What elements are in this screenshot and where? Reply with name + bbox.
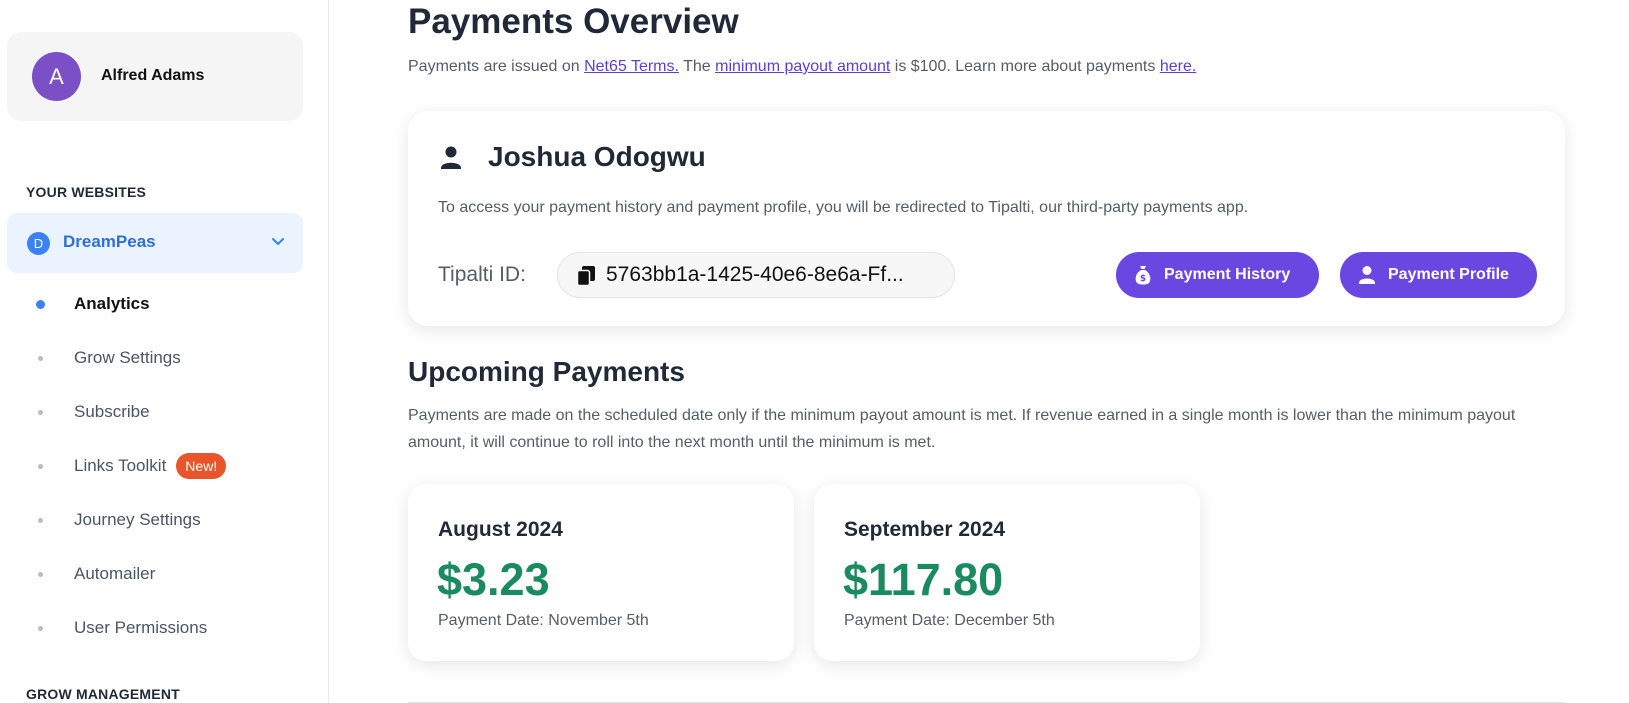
page-title: Payments Overview (408, 2, 739, 41)
active-dot-icon (36, 299, 45, 309)
sidebar-item-user-permissions[interactable]: User Permissions (30, 613, 290, 643)
payment-date: Payment Date: November 5th (438, 612, 649, 629)
sidebar-item-label: Analytics (74, 294, 150, 313)
tipalti-id-label: Tipalti ID: (438, 263, 526, 286)
avatar: A (32, 52, 81, 101)
site-label: DreamPeas (63, 232, 156, 251)
bullet-icon (38, 517, 43, 523)
bullet-icon (38, 463, 43, 469)
upcoming-payments-title: Upcoming Payments (408, 356, 685, 387)
payment-card: August 2024 $3.23 Payment Date: November… (408, 484, 794, 661)
bullet-icon (38, 355, 43, 361)
sidebar-item-label: Journey Settings (74, 510, 201, 529)
payment-amount: $3.23 (437, 554, 550, 605)
payment-amount: $117.80 (843, 554, 1004, 605)
money-bag-icon: $ (1135, 266, 1151, 285)
payee-profile-card: Joshua Odogwu To access your payment his… (408, 111, 1565, 326)
payment-history-label: Payment History (1164, 266, 1291, 283)
new-badge: New! (176, 453, 227, 479)
payment-month: August 2024 (438, 518, 563, 541)
site-badge: D (27, 232, 50, 255)
minimum-payout-link[interactable]: minimum payout amount (715, 58, 890, 75)
user-name: Alfred Adams (101, 67, 205, 84)
bullet-icon (38, 625, 43, 631)
payment-profile-button[interactable]: Payment Profile (1340, 252, 1537, 298)
payment-history-button[interactable]: $ Payment History (1116, 252, 1319, 298)
subtitle-text: The (678, 58, 716, 75)
svg-text:$: $ (1140, 274, 1146, 284)
sidebar-item-analytics[interactable]: Analytics (30, 289, 290, 319)
tipalti-id-value: 5763bb1a-1425-40e6-8e6a-Ff... (606, 263, 904, 286)
sidebar-item-label: Automailer (74, 564, 156, 583)
sidebar: A Alfred Adams YOUR WEBSITES D DreamPeas… (0, 0, 329, 703)
user-card[interactable]: A Alfred Adams (7, 32, 303, 121)
person-icon (441, 146, 461, 169)
sidebar-item-label: Subscribe (74, 402, 150, 421)
net65-terms-link[interactable]: Net65 Terms. (584, 58, 679, 75)
payment-date: Payment Date: December 5th (844, 612, 1055, 629)
sidebar-item-links-toolkit[interactable]: Links Toolkit New! (30, 451, 290, 481)
upcoming-payments-description: Payments are made on the scheduled date … (408, 407, 1516, 451)
site-selector-dreampeas[interactable]: D DreamPeas (7, 213, 303, 273)
chevron-down-icon (272, 238, 284, 245)
bullet-icon (38, 571, 43, 577)
learn-more-link[interactable]: here. (1160, 58, 1196, 75)
subtitle-text: Payments are issued on (408, 58, 585, 75)
tipalti-id-copy-field[interactable]: 5763bb1a-1425-40e6-8e6a-Ff... (557, 252, 955, 298)
subtitle-text: is $100. Learn more about payments (890, 58, 1160, 75)
person-icon (1359, 266, 1375, 284)
grow-management-heading: GROW MANAGEMENT (26, 686, 180, 702)
bullet-icon (38, 409, 43, 415)
copy-icon (576, 266, 595, 287)
sidebar-item-grow-settings[interactable]: Grow Settings (30, 343, 290, 373)
websites-heading: YOUR WEBSITES (26, 184, 147, 200)
payment-profile-label: Payment Profile (1388, 266, 1509, 283)
payment-month: September 2024 (844, 518, 1006, 541)
sidebar-item-automailer[interactable]: Automailer (30, 559, 290, 589)
sidebar-item-label: Grow Settings (74, 348, 181, 367)
sidebar-item-label: Links Toolkit (74, 456, 167, 475)
sidebar-item-subscribe[interactable]: Subscribe (30, 397, 290, 427)
sidebar-item-journey-settings[interactable]: Journey Settings (30, 505, 290, 535)
redirect-description: To access your payment history and payme… (438, 199, 1249, 216)
payee-name: Joshua Odogwu (488, 141, 706, 172)
payment-card: September 2024 $117.80 Payment Date: Dec… (814, 484, 1200, 661)
page-subtitle: Payments are issued on Net65 Terms. The … (408, 58, 1196, 76)
sidebar-item-label: User Permissions (74, 618, 208, 637)
